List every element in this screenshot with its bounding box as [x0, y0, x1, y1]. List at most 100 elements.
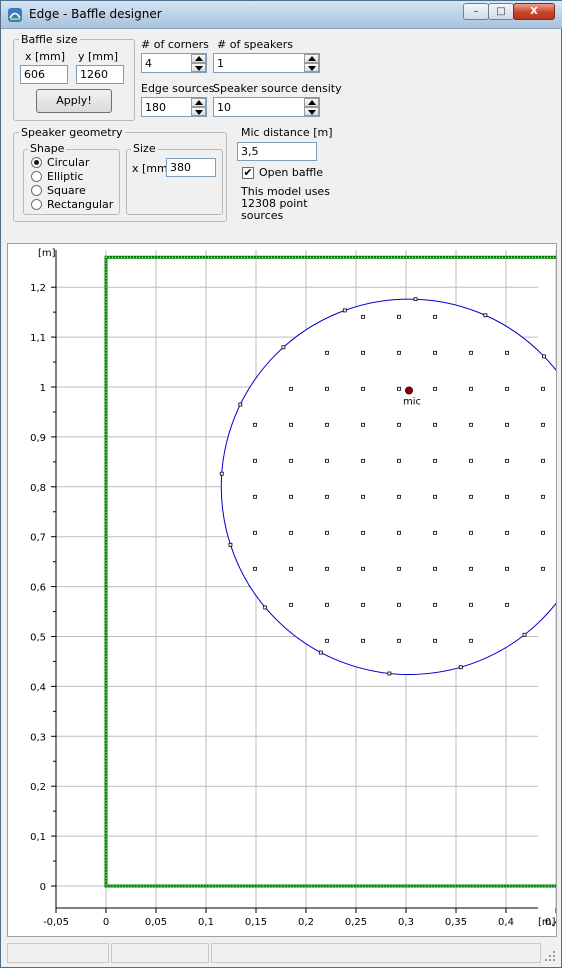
- y-tick-label: 0,9: [30, 433, 46, 444]
- square-label: Square: [47, 184, 86, 197]
- size-legend: Size: [131, 142, 158, 155]
- baffle-plot[interactable]: -0,0500,050,10,150,20,250,30,350,40,450,…: [7, 243, 557, 937]
- speaker-point-source: [433, 350, 437, 355]
- speaker-point-source: [505, 530, 509, 535]
- app-window: Edge - Baffle designer – □ X Baffle size…: [0, 0, 562, 968]
- speaker-point-source: [361, 638, 365, 643]
- speaker-point-source: [469, 422, 473, 427]
- speaker-point-source: [325, 458, 329, 463]
- status-pane-3: [211, 943, 541, 963]
- y-tick-label: 0,2: [30, 782, 46, 793]
- corners-up-button[interactable]: [191, 54, 206, 63]
- x-tick-label: 0,25: [345, 917, 367, 928]
- open-baffle-checkbox[interactable]: ✔: [242, 167, 254, 179]
- size-x-input[interactable]: [166, 158, 216, 177]
- speaker-point-source: [397, 566, 401, 571]
- speaker-point-source: [397, 530, 401, 535]
- maximize-button[interactable]: □: [488, 3, 514, 20]
- edge-sources-down-button[interactable]: [191, 107, 206, 116]
- x-tick-label: 0: [103, 917, 109, 928]
- corners-label: # of corners: [141, 38, 209, 51]
- speaker-edge-point: [219, 471, 224, 476]
- source-density-up-button[interactable]: [304, 98, 319, 107]
- speaker-point-source: [397, 638, 401, 643]
- y-tick-label: 0,6: [30, 583, 46, 594]
- status-pane-2: [111, 943, 209, 963]
- window-title: Edge - Baffle designer: [29, 7, 162, 21]
- speaker-point-source: [397, 314, 401, 319]
- speaker-edge-point: [281, 345, 286, 350]
- speaker-point-source: [541, 458, 545, 463]
- speaker-edge-point: [542, 354, 546, 359]
- speaker-point-source: [253, 422, 257, 427]
- source-density-spinner[interactable]: [213, 97, 320, 117]
- speaker-edge-point: [413, 297, 418, 302]
- speaker-point-source: [325, 422, 329, 427]
- speakers-down-button[interactable]: [304, 63, 319, 72]
- edge-sources-spinner[interactable]: [141, 97, 207, 117]
- status-pane-1: [7, 943, 109, 963]
- speaker-point-source: [325, 494, 329, 499]
- speaker-point-source: [469, 566, 473, 571]
- y-tick-label: 1,2: [30, 283, 46, 294]
- shape-option-circular[interactable]: Circular: [31, 156, 117, 170]
- resize-grip-icon[interactable]: [543, 949, 557, 963]
- speaker-edge-point: [387, 671, 392, 676]
- speaker-point-source: [505, 566, 509, 571]
- speaker-point-source: [469, 386, 473, 391]
- corners-down-button[interactable]: [191, 63, 206, 72]
- speaker-point-source: [433, 602, 437, 607]
- mic-distance-input[interactable]: [237, 142, 317, 161]
- y-tick-label: 0,5: [30, 633, 46, 644]
- speaker-point-source: [541, 566, 545, 571]
- y-tick-label: 0,1: [30, 832, 46, 843]
- apply-button[interactable]: Apply!: [36, 89, 112, 113]
- shape-option-rectangular[interactable]: Rectangular: [31, 198, 117, 212]
- title-bar[interactable]: Edge - Baffle designer – □ X: [1, 1, 562, 29]
- speaker-point-source: [433, 458, 437, 463]
- speaker-point-source: [289, 422, 293, 427]
- speaker-point-source: [289, 530, 293, 535]
- speaker-point-source: [397, 458, 401, 463]
- speaker-point-source: [361, 458, 365, 463]
- speaker-point-source: [361, 530, 365, 535]
- close-button[interactable]: X: [513, 3, 555, 20]
- speaker-point-source: [361, 314, 365, 319]
- y-tick-label: 0,4: [30, 682, 46, 693]
- speaker-point-source: [541, 422, 545, 427]
- speaker-point-source: [469, 494, 473, 499]
- minimize-button[interactable]: –: [463, 3, 489, 20]
- corners-spinner[interactable]: [141, 53, 207, 73]
- rectangular-radio[interactable]: [31, 199, 42, 210]
- speaker-point-source: [325, 566, 329, 571]
- y-tick-label: 1: [40, 383, 46, 394]
- speaker-point-source: [469, 530, 473, 535]
- speaker-point-source: [361, 566, 365, 571]
- circular-radio[interactable]: [31, 157, 42, 168]
- speakers-spinner[interactable]: [213, 53, 320, 73]
- shape-option-square[interactable]: Square: [31, 184, 117, 198]
- speaker-point-source: [397, 350, 401, 355]
- mic-marker: [405, 386, 413, 395]
- speaker-point-source: [469, 602, 473, 607]
- speaker-point-source: [541, 530, 545, 535]
- speaker-point-source: [253, 494, 257, 499]
- speaker-edge-point: [263, 605, 268, 610]
- edge-sources-up-button[interactable]: [191, 98, 206, 107]
- speaker-point-source: [289, 566, 293, 571]
- source-density-down-button[interactable]: [304, 107, 319, 116]
- baffle-y-input[interactable]: [76, 65, 124, 84]
- elliptic-radio[interactable]: [31, 171, 42, 182]
- speaker-edge-point: [238, 402, 243, 407]
- square-radio[interactable]: [31, 185, 42, 196]
- speaker-edge-point: [483, 313, 488, 318]
- speaker-point-source: [397, 494, 401, 499]
- mic-label: mic: [403, 396, 421, 407]
- shape-option-elliptic[interactable]: Elliptic: [31, 170, 117, 184]
- baffle-x-input[interactable]: [20, 65, 68, 84]
- speakers-up-button[interactable]: [304, 54, 319, 63]
- speaker-point-source: [253, 566, 257, 571]
- speaker-point-source: [289, 602, 293, 607]
- open-baffle-checkbox-row[interactable]: ✔ Open baffle: [241, 166, 331, 180]
- x-tick-label: 0,1: [198, 917, 214, 928]
